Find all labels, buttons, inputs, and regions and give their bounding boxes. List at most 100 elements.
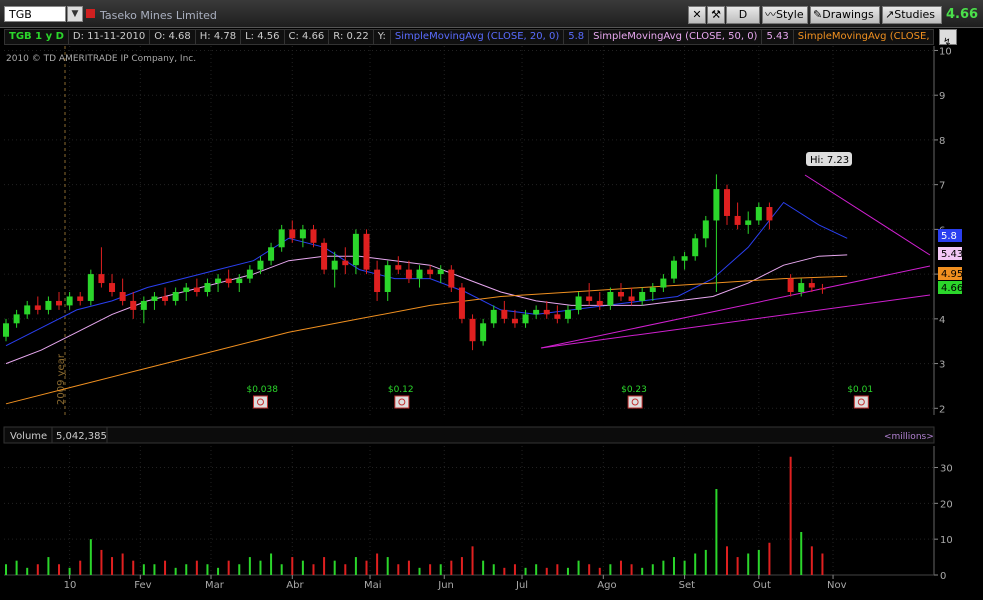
volume-unit: <millions> bbox=[884, 432, 934, 442]
volume-bar bbox=[598, 567, 601, 575]
candle-body bbox=[724, 189, 731, 216]
candle-body bbox=[204, 283, 211, 292]
volume-bar bbox=[715, 489, 718, 575]
volume-bar bbox=[407, 560, 410, 575]
dividend-label: $0.01 bbox=[847, 385, 873, 395]
candle-body bbox=[395, 265, 402, 270]
candle-body bbox=[808, 283, 815, 288]
sma200-line bbox=[5, 275, 848, 405]
candle-body bbox=[66, 296, 73, 306]
volume-bar bbox=[291, 557, 294, 575]
candle-body bbox=[172, 292, 179, 301]
volume-bar bbox=[227, 560, 230, 575]
volume-bar bbox=[535, 564, 538, 575]
volume-bar bbox=[672, 557, 675, 575]
dividend-markers[interactable]: $0.038 $0.12 $0.23 $0.01 bbox=[246, 385, 873, 409]
volume-bar bbox=[503, 567, 506, 575]
volume-bar bbox=[333, 560, 336, 575]
candle-body bbox=[575, 296, 582, 310]
candle-body bbox=[151, 296, 158, 301]
time-tick-label: Mai bbox=[364, 580, 382, 591]
volume-bar bbox=[259, 560, 262, 575]
candle-body bbox=[162, 296, 169, 301]
candle-body bbox=[109, 283, 116, 292]
volume-bar bbox=[683, 560, 686, 575]
volume-bar bbox=[185, 564, 188, 575]
volume-bar bbox=[460, 557, 463, 575]
volume-bar bbox=[694, 553, 697, 575]
volume-tick-label: 30 bbox=[940, 464, 953, 475]
volume-bar bbox=[111, 557, 114, 575]
price-volume-chart[interactable]: 2345678910 2010 © TD AMERITRADE IP Compa… bbox=[0, 0, 983, 600]
high-callout-label: Hi: 7.23 bbox=[810, 155, 849, 166]
volume-tick-label: 20 bbox=[940, 499, 953, 510]
price-tick-label: 10 bbox=[939, 46, 952, 57]
volume-bar bbox=[757, 549, 760, 575]
candle-body bbox=[119, 292, 126, 301]
volume-bar bbox=[556, 564, 559, 575]
candle-body bbox=[215, 278, 222, 284]
candle-body bbox=[745, 220, 752, 225]
dividend-icon[interactable] bbox=[394, 395, 410, 409]
volume-tick-label: 10 bbox=[940, 535, 953, 546]
volume-bar bbox=[312, 564, 315, 575]
trendlines[interactable] bbox=[540, 174, 931, 349]
dividend-icon[interactable] bbox=[853, 395, 869, 409]
candle-body bbox=[268, 247, 275, 261]
candle-body bbox=[299, 229, 306, 239]
time-tick-label: Abr bbox=[286, 580, 304, 591]
volume-bar bbox=[301, 560, 304, 575]
volume-bar bbox=[609, 564, 612, 575]
candle-body bbox=[98, 274, 105, 284]
dividend-icon[interactable] bbox=[252, 395, 268, 409]
volume-bar bbox=[566, 567, 569, 575]
volume-bar bbox=[704, 549, 707, 575]
volume-bar bbox=[47, 557, 50, 575]
candle-body bbox=[628, 296, 635, 301]
time-tick-label: 10 bbox=[64, 580, 77, 591]
candle-body bbox=[3, 323, 9, 337]
candle-body bbox=[384, 265, 391, 292]
candle-body bbox=[257, 260, 264, 270]
candle-body bbox=[480, 323, 487, 342]
candle-body bbox=[596, 300, 603, 306]
candlesticks bbox=[3, 174, 826, 351]
volume-bar bbox=[26, 567, 29, 575]
price-tick-label: 7 bbox=[939, 181, 945, 192]
candle-body bbox=[734, 215, 741, 225]
candle-body bbox=[522, 314, 529, 324]
price-tick-label: 2 bbox=[939, 404, 945, 415]
price-tick-label: 8 bbox=[939, 136, 945, 147]
volume-bar bbox=[492, 564, 495, 575]
dividend-icon[interactable] bbox=[627, 395, 643, 409]
volume-bar bbox=[789, 456, 792, 575]
volume-bar bbox=[248, 557, 251, 575]
volume-bar bbox=[344, 564, 347, 575]
volume-label: Volume bbox=[10, 431, 47, 442]
candle-body bbox=[321, 242, 328, 270]
price-tags: 5.8 5.43 4.95 4.66 bbox=[938, 229, 963, 294]
candle-body bbox=[469, 318, 476, 342]
price-tag-sma50-label: 5.43 bbox=[941, 249, 963, 260]
volume-bar bbox=[195, 560, 198, 575]
volume-bar bbox=[280, 564, 283, 575]
volume-bar bbox=[174, 567, 177, 575]
volume-bar bbox=[397, 564, 400, 575]
candle-body bbox=[511, 318, 518, 324]
candle-body bbox=[363, 233, 370, 270]
candle-body bbox=[533, 309, 540, 315]
candle-body bbox=[490, 309, 497, 324]
volume-tick-label: 0 bbox=[940, 571, 946, 582]
candle-body bbox=[56, 300, 63, 306]
price-tick-label: 4 bbox=[939, 315, 945, 326]
candle-body bbox=[681, 256, 688, 261]
price-tick-label: 3 bbox=[939, 360, 945, 371]
time-tick-label: Jun bbox=[437, 580, 454, 591]
candle-body bbox=[607, 292, 614, 306]
volume-bar bbox=[800, 532, 803, 575]
volume-bar bbox=[588, 564, 591, 575]
candle-body bbox=[34, 305, 41, 310]
candle-body bbox=[787, 278, 794, 292]
high-callout: Hi: 7.23 bbox=[806, 152, 852, 166]
trendline-resistance[interactable] bbox=[804, 174, 931, 256]
